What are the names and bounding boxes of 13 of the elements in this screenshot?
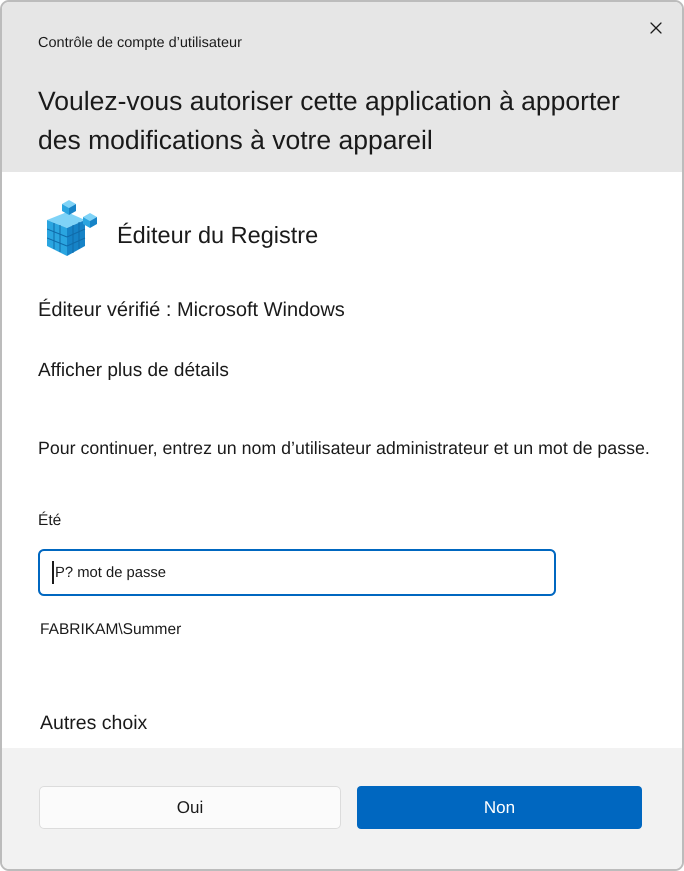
domain-user-text: FABRIKAM\Summer [40, 620, 182, 640]
account-name: Été [38, 511, 62, 531]
cubes-icon [47, 200, 97, 256]
password-field[interactable]: P? mot de passe [38, 549, 556, 596]
publisher-text: Éditeur vérifié : Microsoft Windows [38, 298, 345, 323]
dialog-heading: Voulez-vous autoriser cette application à apporter des modifications à votre appareil [38, 85, 621, 157]
instruction-text: Pour continuer, entrez un nom d’utilisateur administrateur et un mot de passe. [38, 437, 650, 460]
primary-button[interactable]: Non [357, 786, 642, 829]
app-name: Éditeur du Registre [117, 221, 318, 250]
secondary-button[interactable]: Oui [39, 786, 341, 829]
window-title: Contrôle de compte d’utilisateur [38, 34, 242, 52]
other-choices-link[interactable]: Autres choix [40, 710, 148, 736]
details-link[interactable]: Afficher plus de détails [38, 358, 229, 384]
